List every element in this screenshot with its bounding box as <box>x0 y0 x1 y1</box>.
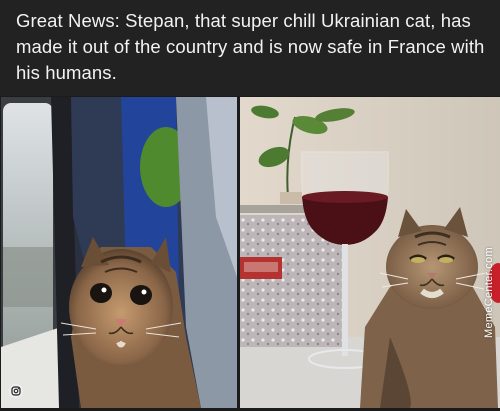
photo-cat-on-train <box>1 97 237 408</box>
instagram-icon <box>9 384 23 398</box>
wine-scene-illustration <box>240 97 500 408</box>
caption-text: Great News: Stepan, that super chill Ukr… <box>16 10 485 83</box>
caption-bar: Great News: Stepan, that super chill Ukr… <box>0 0 500 96</box>
watermark-text: MemeCenter.com <box>483 247 495 339</box>
train-scene-illustration <box>1 97 237 408</box>
photo-cat-with-wine-glass: MemeCenter.com <box>240 97 500 408</box>
meme-post: Great News: Stepan, that super chill Ukr… <box>0 0 500 411</box>
